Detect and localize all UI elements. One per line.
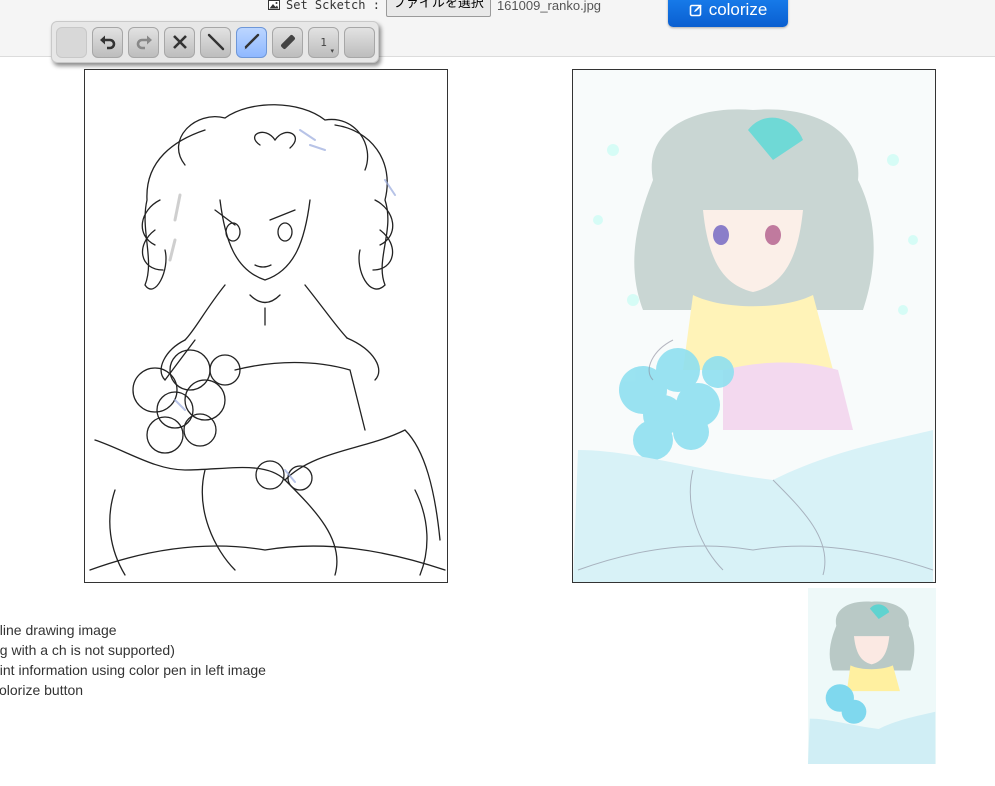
eraser-tool[interactable] — [272, 26, 303, 58]
pen-size-select[interactable]: 1 ▾ — [308, 26, 339, 58]
result-thumbnail — [808, 588, 936, 764]
sketch-upload-row: Set Scketch : ファイルを選択 161009_ranko.jpg — [268, 0, 602, 17]
redo-button[interactable] — [128, 26, 159, 58]
line-drawing-image — [89, 104, 446, 576]
thumbnail-image — [808, 588, 936, 764]
pen-tool[interactable] — [236, 26, 267, 58]
close-icon — [172, 35, 187, 49]
pen-size-value: 1 — [320, 35, 327, 49]
color-picker[interactable] — [344, 26, 375, 58]
drawing-toolbar: 1 ▾ — [51, 21, 379, 63]
instructions-list: t line drawing image ng with a ch is not… — [0, 620, 266, 700]
undo-icon — [99, 35, 115, 50]
sketch-canvas[interactable] — [84, 69, 448, 583]
eraser-icon — [280, 35, 295, 49]
instruction-step: colorize button — [0, 682, 84, 698]
line-icon — [207, 33, 224, 51]
set-sketch-label: Set Scketch : — [286, 0, 380, 12]
blank-tool[interactable] — [56, 26, 87, 58]
colorized-image — [573, 70, 935, 582]
redo-icon — [136, 35, 152, 50]
instruction-step: t line drawing image — [0, 622, 117, 638]
undo-button[interactable] — [92, 26, 123, 58]
image-icon — [268, 0, 280, 10]
pen-icon — [244, 33, 259, 50]
instruction-step: ng with a ch is not supported) — [0, 642, 175, 658]
line-tool[interactable] — [200, 26, 231, 58]
caret-down-icon: ▾ — [330, 47, 334, 55]
colorize-label: colorize — [708, 0, 768, 19]
instruction-step: hint information using color pen in left… — [0, 662, 266, 678]
clear-button[interactable] — [164, 26, 195, 58]
choose-file-button[interactable]: ファイルを選択 — [385, 0, 491, 17]
colorized-output — [572, 69, 936, 583]
edit-icon — [689, 4, 702, 16]
colorize-button[interactable]: colorize — [668, 0, 788, 27]
selected-file-name: 161009_ranko.jpg — [496, 0, 602, 13]
